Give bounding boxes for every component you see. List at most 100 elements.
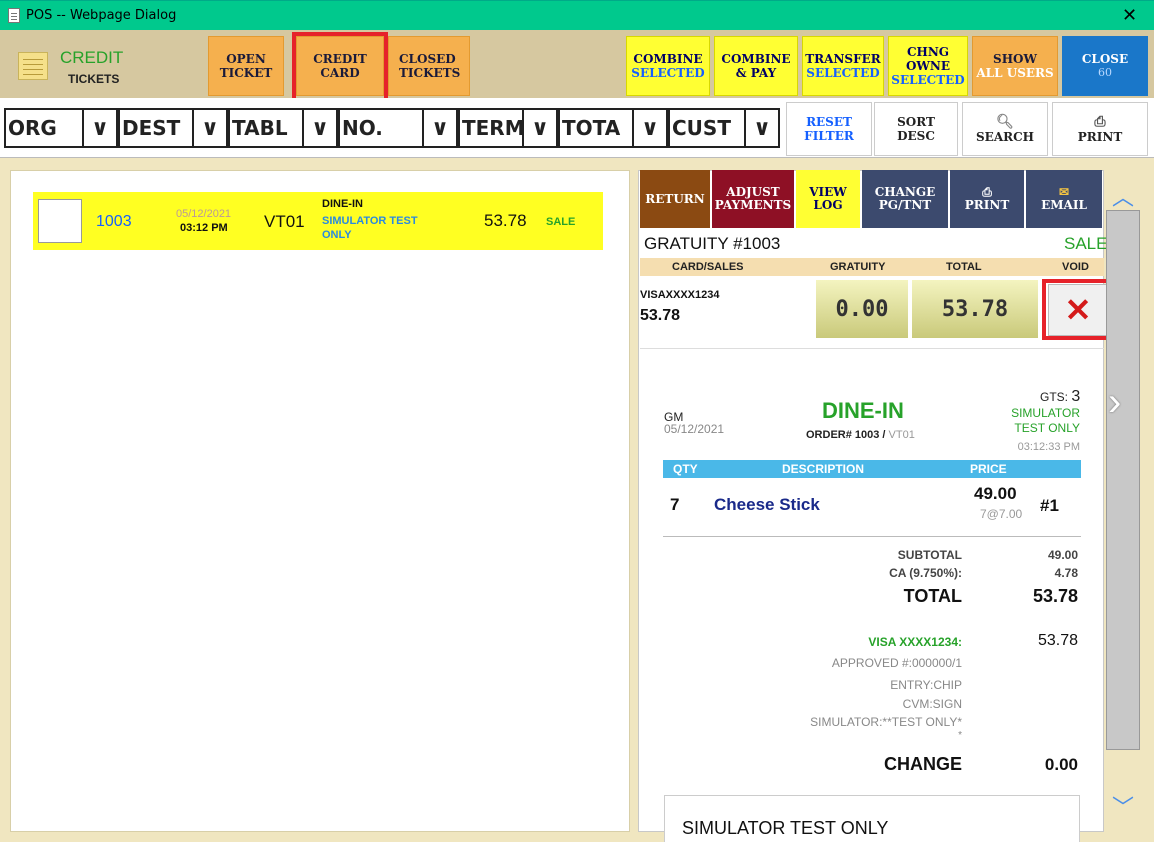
close-button[interactable]: CLOSE 60 [1062,36,1148,96]
change-value: 0.00 [1044,755,1078,774]
change-label: CHANGE [883,754,962,774]
filter-customer[interactable]: CUST ∨ [668,108,780,148]
receipt-order: ORDER# 1003 / VT01 [806,429,915,441]
subtotal-value: 49.00 [1047,548,1078,562]
gratuity-input[interactable]: 0.00 [816,280,908,338]
filter-table[interactable]: TABL ∨ [228,108,338,148]
payment-value: 53.78 [1037,632,1078,649]
scroll-down-icon[interactable]: ﹀ [1112,790,1134,822]
ticket-date: 05/12/2021 [176,208,232,220]
detail-print-button[interactable]: ⎙ PRINT [950,170,1024,228]
col-description: DESCRIPTION [782,462,865,476]
view-log-button[interactable]: VIEW LOG [796,170,860,228]
adjust-payments-button[interactable]: ADJUST PAYMENTS [712,170,794,228]
section-title: CREDIT [60,48,124,67]
change-pg-button[interactable]: CHANGE PG/TNT [862,170,948,228]
title-bar: POS -- Webpage Dialog ✕ [0,0,1154,30]
chevron-down-icon: ∨ [422,110,456,146]
gratuity-status: SALE [1064,234,1108,253]
combine-pay-button[interactable]: COMBINE & PAY [714,36,798,96]
item-qty: 7 [670,495,680,514]
change-owner-button[interactable]: CHNG OWNE SELECTED [888,36,968,96]
col-qty: QTY [673,462,698,476]
chevron-down-icon: ∨ [302,110,336,146]
col-total: TOTAL [946,261,982,273]
search-icon: 🔍︎ [996,114,1014,130]
col-price: PRICE [970,462,1007,476]
total-input[interactable]: 53.78 [912,280,1038,338]
receipt-customer-2: TEST ONLY [1014,421,1080,435]
printer-icon: ⎙ [1094,114,1106,130]
receipt-guests: GTS: 3 [1040,388,1081,405]
combine-selected-button[interactable]: COMBINE SELECTED [626,36,710,96]
open-ticket-button[interactable]: OPEN TICKET [208,36,284,96]
window-close-icon[interactable]: ✕ [1122,5,1137,26]
chevron-down-icon: ∨ [82,110,116,146]
payment-label: VISA XXXX1234: [868,635,962,649]
ticket-type: DINE-IN [322,198,363,210]
col-void: VOID [1062,261,1089,273]
simulator-note-2: * [958,730,962,741]
search-button[interactable]: 🔍︎ SEARCH [962,102,1048,156]
receipt-date: 05/12/2021 [664,422,725,436]
col-gratuity: GRATUITY [830,261,886,273]
ticket-table: VT01 [264,212,305,231]
item-price: 49.00 [974,484,1017,503]
filter-org[interactable]: ORG ∨ [4,108,118,148]
ticket-amount: 53.78 [484,211,527,230]
return-button[interactable]: RETURN [640,170,710,228]
ticket-customer-2: ONLY [322,229,352,241]
section-subtitle: TICKETS [68,72,120,86]
total-label: TOTAL [903,586,962,606]
card-amount: 53.78 [640,307,681,324]
receipt-customer-1: SIMULATOR [1011,406,1080,420]
show-all-users-button[interactable]: SHOW ALL USERS [972,36,1058,96]
chevron-right-icon[interactable]: › [1108,380,1121,425]
filter-terminal[interactable]: TERM ∨ [458,108,558,148]
total-value: 53.78 [1032,586,1078,606]
closed-tickets-button[interactable]: CLOSED TICKETS [388,36,470,96]
chevron-down-icon: ∨ [632,110,666,146]
items-header [663,460,1081,478]
item-seat: #1 [1040,496,1059,515]
ticket-number: 1003 [96,213,132,230]
chevron-down-icon: ∨ [522,110,556,146]
entry-method: ENTRY:CHIP [890,678,962,692]
item-name: Cheese Stick [714,495,820,514]
ticket-time: 03:12 PM [180,222,228,234]
void-highlight-box [1042,279,1116,340]
scroll-up-icon[interactable]: ︿ [1112,180,1134,212]
card-number: VISAXXXX1234 [640,289,720,301]
simulator-note: SIMULATOR:**TEST ONLY* [810,715,962,729]
gratuity-title: GRATUITY #1003 [644,234,781,253]
subtotal-label: SUBTOTAL [897,548,962,562]
receipt-order-type: DINE-IN [822,398,904,423]
highlight-box [292,32,388,102]
divider [640,348,1104,349]
filter-dest[interactable]: DEST ∨ [118,108,228,148]
item-unit-price: 7@7.00 [980,507,1023,521]
receipt-footer: SIMULATOR TEST ONLY [682,818,889,838]
transfer-selected-button[interactable]: TRANSFER SELECTED [802,36,884,96]
cvm-method: CVM:SIGN [902,697,962,711]
email-button[interactable]: ✉ EMAIL [1026,170,1102,228]
filter-number[interactable]: NO. ∨ [338,108,458,148]
print-button[interactable]: ⎙ PRINT [1052,102,1148,156]
tax-label: CA (9.750%): [889,566,962,580]
sort-desc-button[interactable]: SORT DESC [874,102,958,156]
filter-total[interactable]: TOTA ∨ [558,108,668,148]
window-title: POS -- Webpage Dialog [26,8,177,23]
ticket-customer-1: SIMULATOR TEST [322,215,418,227]
divider [663,536,1081,537]
col-card-sales: CARD/SALES [672,261,744,273]
approved-code: APPROVED #:000000/1 [831,656,962,670]
scroll-thumb[interactable] [1106,210,1140,750]
receipt-time: 03:12:33 PM [1017,441,1080,453]
ticket-status: SALE [546,216,576,228]
chevron-down-icon: ∨ [192,110,226,146]
ticket-list [10,170,630,832]
chevron-down-icon: ∨ [744,110,778,146]
ticket-checkbox[interactable] [38,199,82,243]
reset-filter-button[interactable]: RESET FILTER [786,102,872,156]
notepad-icon [18,52,48,80]
